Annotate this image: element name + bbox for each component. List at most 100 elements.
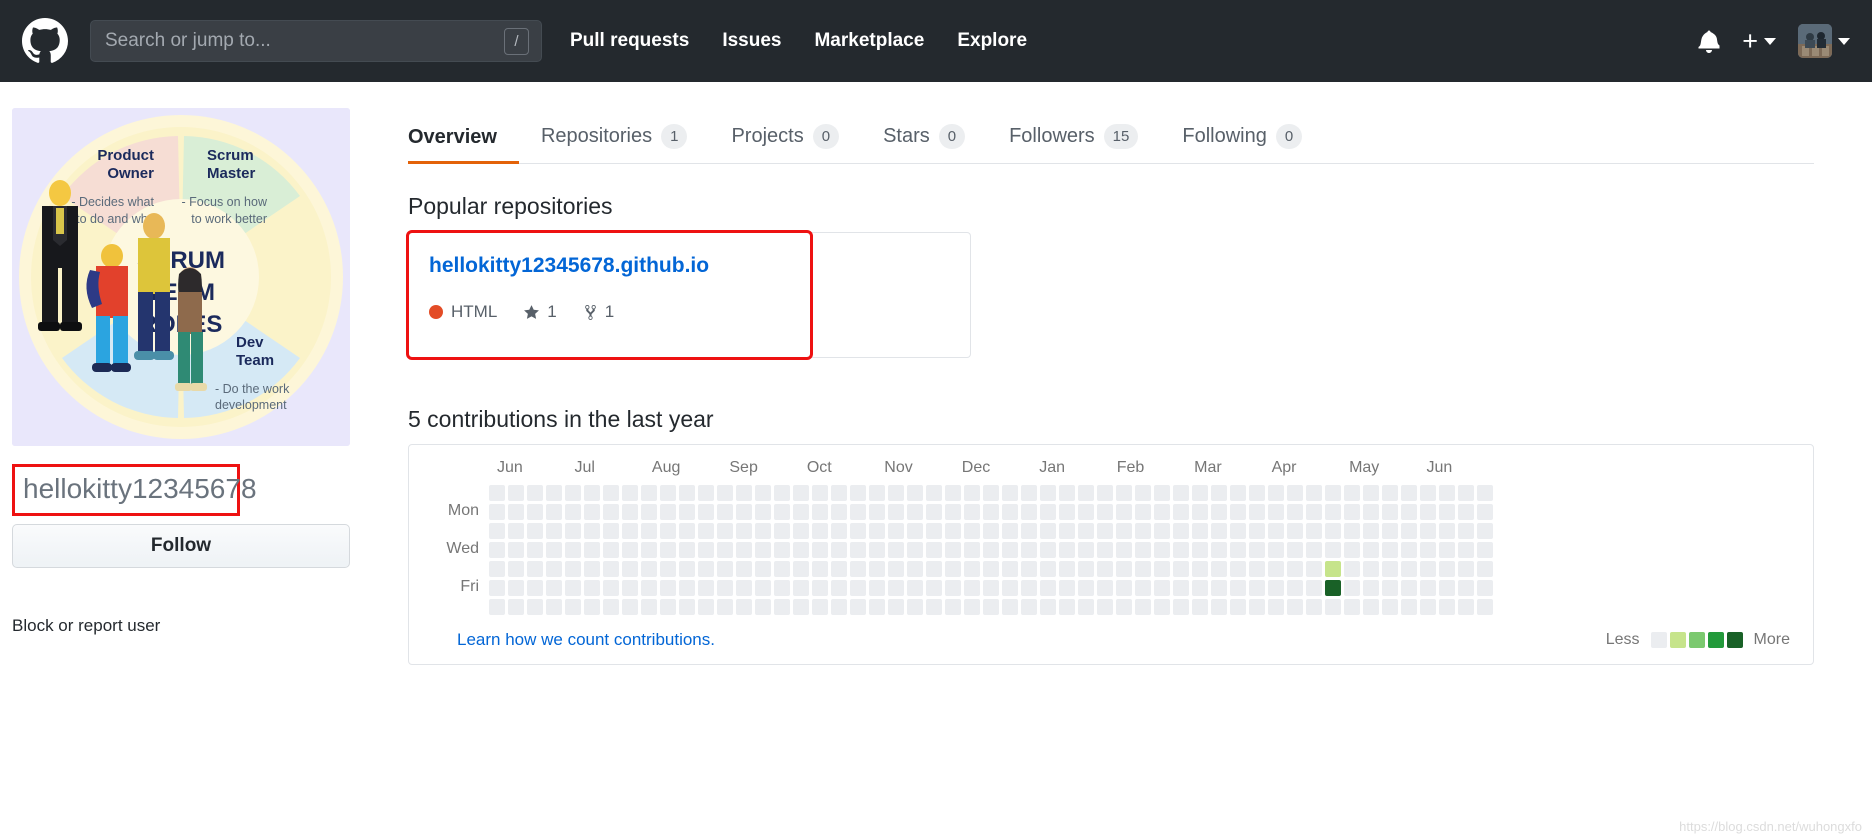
- calendar-day-cell[interactable]: [1344, 561, 1360, 577]
- calendar-day-cell[interactable]: [660, 523, 676, 539]
- calendar-day-cell[interactable]: [888, 523, 904, 539]
- calendar-day-cell[interactable]: [546, 599, 562, 615]
- calendar-day-cell[interactable]: [888, 561, 904, 577]
- calendar-day-cell[interactable]: [1439, 542, 1455, 558]
- calendar-day-cell[interactable]: [850, 561, 866, 577]
- calendar-day-cell[interactable]: [584, 599, 600, 615]
- calendar-day-cell[interactable]: [660, 561, 676, 577]
- calendar-day-cell[interactable]: [1363, 542, 1379, 558]
- calendar-day-cell[interactable]: [1135, 504, 1151, 520]
- calendar-day-cell[interactable]: [793, 561, 809, 577]
- calendar-day-cell[interactable]: [926, 599, 942, 615]
- calendar-day-cell[interactable]: [1401, 485, 1417, 501]
- calendar-day-cell[interactable]: [1344, 485, 1360, 501]
- calendar-day-cell[interactable]: [1173, 542, 1189, 558]
- calendar-day-cell[interactable]: [1135, 485, 1151, 501]
- tab-repositories[interactable]: Repositories 1: [519, 124, 710, 163]
- calendar-day-cell[interactable]: [679, 542, 695, 558]
- calendar-day-cell[interactable]: [622, 580, 638, 596]
- calendar-day-cell[interactable]: [622, 485, 638, 501]
- calendar-day-cell[interactable]: [1458, 599, 1474, 615]
- calendar-day-cell[interactable]: [1344, 504, 1360, 520]
- calendar-day-cell[interactable]: [1154, 580, 1170, 596]
- calendar-day-cell[interactable]: [1211, 599, 1227, 615]
- calendar-day-cell[interactable]: [869, 561, 885, 577]
- calendar-day-cell[interactable]: [1268, 580, 1284, 596]
- calendar-day-cell[interactable]: [907, 542, 923, 558]
- calendar-day-cell[interactable]: [1040, 523, 1056, 539]
- calendar-day-cell[interactable]: [660, 580, 676, 596]
- calendar-day-cell[interactable]: [679, 485, 695, 501]
- calendar-day-cell[interactable]: [774, 523, 790, 539]
- calendar-day-cell[interactable]: [1306, 580, 1322, 596]
- repo-card[interactable]: hellokitty12345678.github.io HTML 1 1: [406, 230, 813, 360]
- calendar-day-cell[interactable]: [641, 485, 657, 501]
- calendar-day-cell[interactable]: [964, 485, 980, 501]
- calendar-day-cell[interactable]: [1249, 561, 1265, 577]
- calendar-day-cell[interactable]: [755, 523, 771, 539]
- calendar-day-cell[interactable]: [1268, 542, 1284, 558]
- calendar-day-cell[interactable]: [1116, 485, 1132, 501]
- calendar-day-cell[interactable]: [1078, 485, 1094, 501]
- calendar-day-cell[interactable]: [1420, 580, 1436, 596]
- calendar-day-cell[interactable]: [641, 599, 657, 615]
- calendar-day-cell[interactable]: [527, 523, 543, 539]
- calendar-day-cell[interactable]: [1382, 580, 1398, 596]
- calendar-day-cell[interactable]: [603, 523, 619, 539]
- calendar-day-cell[interactable]: [736, 542, 752, 558]
- calendar-day-cell[interactable]: [983, 561, 999, 577]
- calendar-day-cell[interactable]: [907, 599, 923, 615]
- github-mark-icon[interactable]: [22, 18, 68, 64]
- repo-forks[interactable]: 1: [583, 302, 614, 322]
- calendar-day-cell[interactable]: [850, 485, 866, 501]
- calendar-day-cell[interactable]: [698, 580, 714, 596]
- calendar-day-cell[interactable]: [1002, 542, 1018, 558]
- calendar-day-cell[interactable]: [1173, 580, 1189, 596]
- calendar-day-cell[interactable]: [1021, 523, 1037, 539]
- calendar-day-cell[interactable]: [926, 542, 942, 558]
- calendar-day-cell[interactable]: [1040, 580, 1056, 596]
- calendar-day-cell[interactable]: [546, 485, 562, 501]
- calendar-day-cell[interactable]: [1420, 542, 1436, 558]
- calendar-day-cell[interactable]: [565, 542, 581, 558]
- calendar-day-cell[interactable]: [489, 504, 505, 520]
- calendar-day-cell[interactable]: [1192, 580, 1208, 596]
- calendar-day-cell[interactable]: [508, 523, 524, 539]
- calendar-day-cell[interactable]: [869, 485, 885, 501]
- calendar-day-cell[interactable]: [1002, 580, 1018, 596]
- calendar-day-cell[interactable]: [1249, 504, 1265, 520]
- calendar-day-cell[interactable]: [508, 542, 524, 558]
- profile-avatar-image[interactable]: Product Owner - Decides what to do and w…: [12, 108, 350, 446]
- calendar-day-cell[interactable]: [774, 485, 790, 501]
- calendar-day-cell[interactable]: [1382, 561, 1398, 577]
- calendar-day-cell[interactable]: [945, 523, 961, 539]
- calendar-day-cell[interactable]: [1135, 599, 1151, 615]
- calendar-day-cell[interactable]: [1268, 504, 1284, 520]
- calendar-day-cell[interactable]: [1344, 523, 1360, 539]
- calendar-day-cell[interactable]: [1306, 485, 1322, 501]
- calendar-day-cell[interactable]: [926, 485, 942, 501]
- learn-contributions-link[interactable]: Learn how we count contributions.: [457, 630, 715, 650]
- calendar-day-cell[interactable]: [546, 504, 562, 520]
- calendar-day-cell[interactable]: [1401, 599, 1417, 615]
- calendar-day-cell[interactable]: [1078, 561, 1094, 577]
- nav-issues[interactable]: Issues: [722, 30, 781, 52]
- calendar-day-cell[interactable]: [1021, 485, 1037, 501]
- calendar-day-cell[interactable]: [679, 504, 695, 520]
- calendar-day-cell[interactable]: [1287, 504, 1303, 520]
- calendar-day-cell[interactable]: [1154, 542, 1170, 558]
- calendar-day-cell[interactable]: [1477, 542, 1493, 558]
- calendar-day-cell[interactable]: [622, 599, 638, 615]
- calendar-day-cell[interactable]: [717, 599, 733, 615]
- calendar-day-cell[interactable]: [945, 504, 961, 520]
- calendar-day-cell[interactable]: [1363, 523, 1379, 539]
- calendar-day-cell[interactable]: [565, 599, 581, 615]
- calendar-day-cell[interactable]: [755, 580, 771, 596]
- calendar-day-cell[interactable]: [1420, 504, 1436, 520]
- calendar-day-cell[interactable]: [812, 523, 828, 539]
- calendar-day-cell[interactable]: [964, 580, 980, 596]
- calendar-day-cell[interactable]: [869, 599, 885, 615]
- calendar-day-cell[interactable]: [1325, 485, 1341, 501]
- calendar-day-cell[interactable]: [1135, 542, 1151, 558]
- calendar-day-cell[interactable]: [1325, 523, 1341, 539]
